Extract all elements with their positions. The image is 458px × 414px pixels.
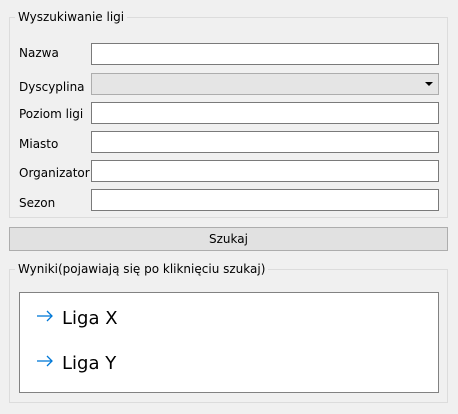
season-label: Sezon [19, 196, 56, 210]
level-input[interactable] [91, 102, 439, 124]
name-label: Nazwa [19, 46, 59, 60]
results-list[interactable]: Liga X Liga Y [19, 292, 439, 393]
arrow-right-icon [37, 310, 53, 322]
name-input[interactable] [91, 43, 439, 65]
search-groupbox-title: Wyszukiwanie ligi [15, 10, 128, 24]
organizer-input[interactable] [91, 160, 439, 182]
arrow-right-icon [37, 355, 53, 367]
search-groupbox: Wyszukiwanie ligi Nazwa Dyscyplina Pozio… [9, 10, 448, 218]
results-groupbox-title: Wyniki(pojawiają się po kliknięciu szuka… [15, 262, 269, 276]
level-label: Poziom ligi [19, 107, 84, 121]
list-item-label: Liga X [62, 308, 118, 329]
search-button[interactable]: Szukaj [9, 227, 448, 251]
city-input[interactable] [91, 131, 439, 153]
list-item-label: Liga Y [62, 353, 117, 374]
city-label: Miasto [19, 137, 59, 151]
season-input[interactable] [91, 189, 439, 211]
discipline-combobox[interactable] [91, 73, 439, 95]
results-groupbox: Wyniki(pojawiają się po kliknięciu szuka… [9, 262, 448, 403]
dropdown-arrow-icon [425, 82, 433, 86]
discipline-label: Dyscyplina [19, 80, 85, 94]
organizer-label: Organizator [19, 166, 90, 180]
